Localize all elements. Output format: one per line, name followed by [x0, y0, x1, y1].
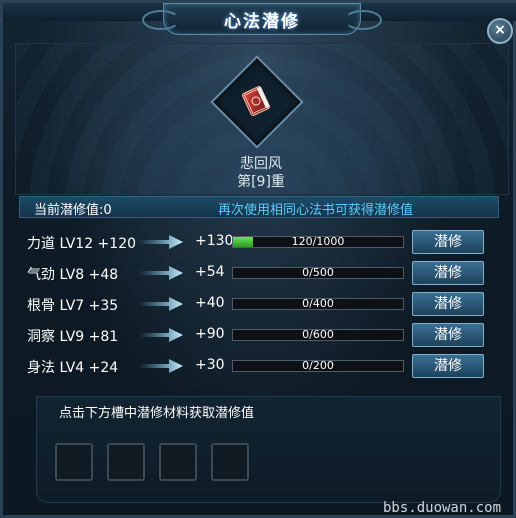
- stat-bonus: +54: [195, 264, 225, 280]
- stat-row: 气劲 LV8 +48 +54 0/500 潜修: [3, 260, 516, 286]
- progress-bar: 0/400: [232, 297, 404, 310]
- train-button[interactable]: 潜修: [412, 292, 484, 316]
- train-button[interactable]: 潜修: [412, 323, 484, 347]
- stat-label: 洞察 LV9 +81: [27, 329, 119, 345]
- train-button[interactable]: 潜修: [412, 261, 484, 285]
- train-button[interactable]: 潜修: [412, 354, 484, 378]
- progress-text: 120/1000: [291, 235, 345, 248]
- close-icon[interactable]: ×: [487, 18, 513, 44]
- progress-bar: 120/1000: [232, 235, 404, 248]
- progress-bar: 0/500: [232, 266, 404, 279]
- progress-bar: 0/600: [232, 328, 404, 341]
- arrow-right-icon: [139, 235, 183, 249]
- current-training-value: 当前潜修值:0: [34, 199, 112, 218]
- progress-text: 0/500: [302, 266, 334, 279]
- stat-bonus: +40: [195, 295, 225, 311]
- stat-label: 气劲 LV8 +48: [27, 267, 119, 283]
- arrow-right-icon: [139, 359, 183, 373]
- material-slot[interactable]: [211, 443, 249, 481]
- progress-bar: 0/200: [232, 359, 404, 372]
- train-button[interactable]: 潜修: [412, 230, 484, 254]
- arrow-right-icon: [139, 328, 183, 342]
- progress-text: 0/200: [302, 359, 334, 372]
- stat-label: 力道 LV12 +120: [27, 236, 137, 252]
- skill-training-window: 心法潜修 × 悲回风 第[9]重 当前潜修值:0 再次使用相同心法书可获得潜修值…: [0, 0, 516, 518]
- stat-row: 根骨 LV7 +35 +40 0/400 潜修: [3, 291, 516, 317]
- watermark: bbs.duowan.com: [383, 500, 502, 516]
- material-slot[interactable]: [107, 443, 145, 481]
- stat-bonus: +130: [195, 233, 234, 249]
- window-title: 心法潜修: [224, 12, 300, 32]
- material-slot[interactable]: [159, 443, 197, 481]
- info-bar: 当前潜修值:0 再次使用相同心法书可获得潜修值: [19, 196, 499, 218]
- current-training-number: 0: [103, 203, 112, 218]
- stat-label: 身法 LV4 +24: [27, 360, 119, 376]
- material-panel: 点击下方槽中潜修材料获取潜修值: [36, 396, 501, 503]
- arrow-right-icon: [139, 297, 183, 311]
- stat-row: 力道 LV12 +120 +130 120/1000 潜修: [3, 229, 516, 255]
- training-hint: 再次使用相同心法书可获得潜修值: [218, 203, 414, 218]
- stat-bonus: +90: [195, 326, 225, 342]
- material-hint: 点击下方槽中潜修材料获取潜修值: [59, 406, 255, 421]
- current-training-label: 当前潜修值:: [34, 203, 104, 218]
- skill-name: 悲回风: [240, 156, 282, 172]
- stat-row: 身法 LV4 +24 +30 0/200 潜修: [3, 353, 516, 379]
- title-plate: 心法潜修: [142, 3, 382, 35]
- arrow-right-icon: [139, 266, 183, 280]
- progress-text: 0/400: [302, 297, 334, 310]
- material-slot[interactable]: [55, 443, 93, 481]
- stat-row: 洞察 LV9 +81 +90 0/600 潜修: [3, 322, 516, 348]
- progress-text: 0/600: [302, 328, 334, 341]
- stat-bonus: +30: [195, 357, 225, 373]
- stat-label: 根骨 LV7 +35: [27, 298, 119, 314]
- book-icon[interactable]: [238, 83, 274, 119]
- skill-tier: 第[9]重: [237, 174, 285, 190]
